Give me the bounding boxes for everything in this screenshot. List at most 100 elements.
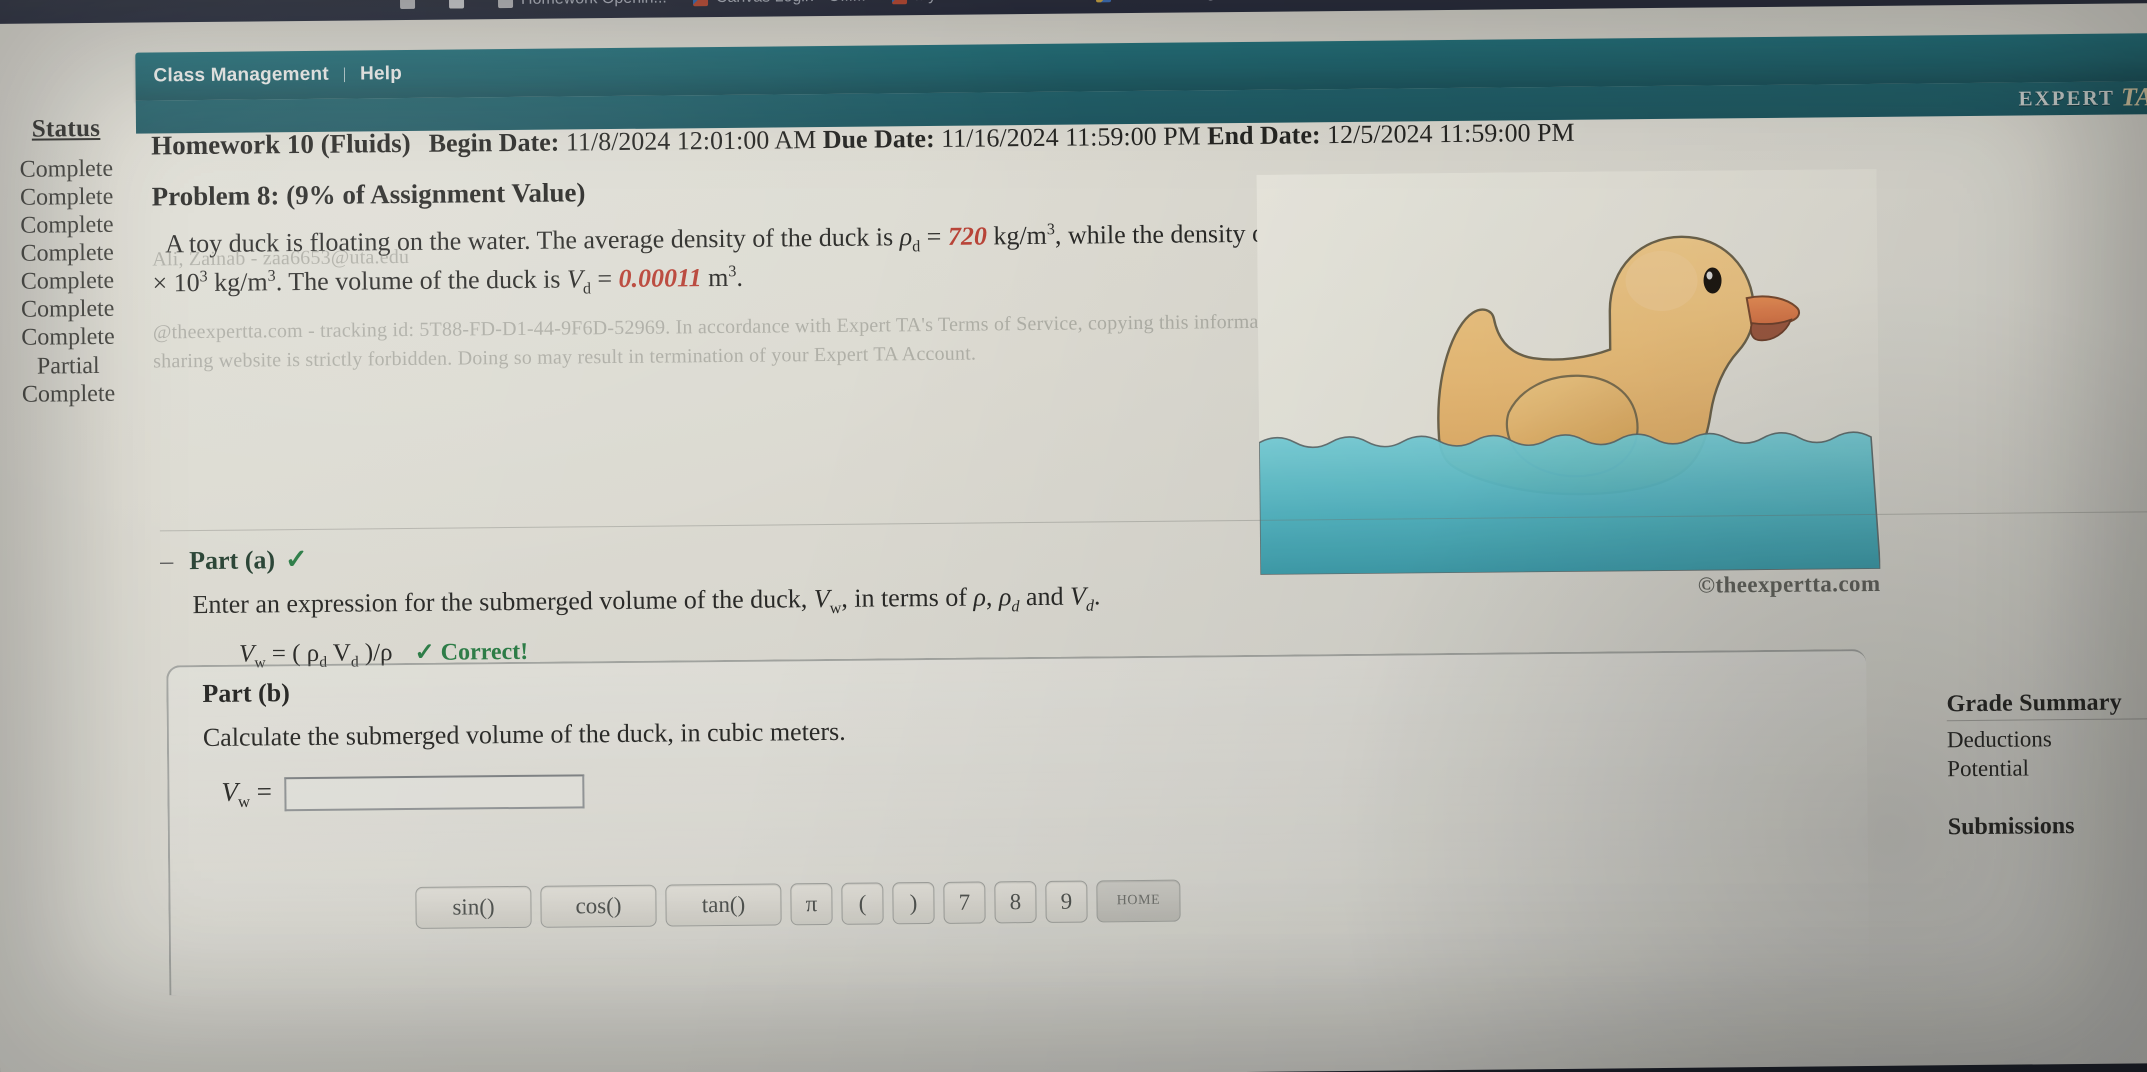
grade-row-potential: Potential 96%: [1947, 752, 2147, 784]
status-item-3[interactable]: Complete: [0, 211, 142, 241]
part-b-answer-equals: =: [256, 776, 273, 807]
part-b-answer-lhs-sub: w: [237, 791, 251, 812]
Vw-subscript-a: w: [829, 600, 842, 618]
due-date-value: 11/16/2024 11:59:00 PM: [941, 121, 1201, 153]
status-item-7[interactable]: Complete: [0, 323, 143, 353]
Vd-value: 0.00011: [618, 263, 702, 294]
photographed-screen: Homework Openin... Canvas Login - Offi..…: [0, 0, 2147, 1072]
key-close-paren[interactable]: ): [892, 881, 935, 925]
logo-ta-text: TA: [2120, 82, 2147, 112]
checkmark-icon: ✓: [284, 543, 308, 575]
due-date-label: Due Date:: [822, 123, 935, 155]
assignment-title: Homework 10 (Fluids): [151, 127, 411, 161]
browser-tab[interactable]: Home - Google D: [1096, 0, 1244, 3]
potential-label: Potential: [1947, 755, 2030, 782]
equals-1: =: [926, 221, 942, 252]
nav-class-management[interactable]: Class Management: [153, 64, 329, 88]
key-cos[interactable]: cos(): [540, 884, 657, 928]
nav-separator: |: [342, 65, 347, 83]
nav-help[interactable]: Help: [360, 63, 402, 85]
part-a-period: .: [1093, 581, 1101, 611]
status-item-1[interactable]: Complete: [0, 155, 142, 185]
units-m3: m: [708, 263, 729, 293]
main-content: Homework 10 (Fluids) Begin Date: 11/8/20…: [151, 111, 2147, 996]
key-7[interactable]: 7: [943, 881, 986, 924]
part-a-label: Part (a): [189, 544, 276, 575]
status-item-4[interactable]: Complete: [0, 239, 142, 269]
part-b-question: Calculate the submerged volume of the du…: [202, 716, 846, 752]
part-b-answer-input[interactable]: [283, 774, 585, 811]
rho-d-subscript: d: [912, 238, 921, 256]
part-a-question-pre: Enter an expression for the submerged vo…: [192, 584, 808, 620]
collapse-toggle-icon[interactable]: –: [160, 546, 173, 576]
part-b-label: Part (b): [202, 678, 290, 708]
rho-d-value: 720: [947, 221, 988, 251]
browser-tab-title: MyMav – The Unive...: [915, 0, 1070, 5]
status-item-9[interactable]: Complete: [0, 379, 144, 409]
browser-tab[interactable]: [399, 0, 423, 9]
document-favicon: [448, 0, 465, 9]
problem-text-1: A toy duck is floating on the water. The…: [164, 222, 894, 259]
submissions-label: Submissions: [1947, 812, 2075, 841]
browser-tab[interactable]: Canvas Login - Offi...: [692, 0, 866, 7]
period-1: .: [736, 263, 744, 293]
problem-statement: A toy duck is floating on the water. The…: [152, 214, 1443, 305]
Vd-subscript: d: [582, 280, 592, 298]
google-drive-favicon: [1096, 0, 1112, 2]
key-open-paren[interactable]: (: [841, 882, 884, 925]
browser-tab[interactable]: MyMav – The Unive...: [891, 0, 1070, 5]
logo-expert-text: EXPERT: [2018, 85, 2116, 111]
begin-date-label: Begin Date:: [428, 127, 560, 158]
part-b-section: Part (b) Calculate the submerged volume …: [166, 649, 1870, 996]
status-item-2[interactable]: Complete: [0, 183, 142, 213]
exponent-3-a: 3: [1046, 221, 1055, 239]
key-tan[interactable]: tan(): [665, 883, 782, 927]
browser-tab-title: Homework Openin...: [521, 0, 667, 9]
mymav-favicon: [891, 0, 907, 4]
end-date-value: 12/5/2024 11:59:00 PM: [1326, 117, 1575, 150]
deductions-label: Deductions: [1946, 726, 2052, 753]
problem-text-3: . The volume of the duck is: [275, 264, 561, 297]
end-date-label: End Date:: [1207, 120, 1321, 151]
part-a-header[interactable]: – Part (a) ✓: [160, 531, 1660, 576]
status-item-8[interactable]: Partial: [0, 351, 143, 381]
key-8[interactable]: 8: [994, 880, 1037, 924]
Vd-symbol-a: V: [1069, 581, 1087, 611]
grade-summary-divider: [1946, 717, 2147, 722]
expert-ta-page: Class Management | Help EXPERT TA ▪ Stat…: [0, 3, 2147, 1072]
part-a-and: and: [1025, 581, 1064, 612]
grade-summary-title: Grade Summary: [1946, 689, 2123, 718]
rho-d-symbol-a: ρ: [998, 582, 1012, 612]
key-9[interactable]: 9: [1045, 880, 1088, 923]
figure-credit-watermark: ©theexpertta.com: [1697, 570, 1881, 598]
blank-favicon: [497, 0, 514, 8]
canvas-favicon: [692, 0, 708, 6]
status-column-header: Status: [31, 114, 101, 143]
calculator-keypad: sin() cos() tan() π ( ) 7 8 9 HOME: [415, 879, 1181, 929]
exponent-3-d: 3: [728, 263, 737, 281]
browser-tab-title: Canvas Login - Offi...: [716, 0, 866, 7]
part-a-question-mid: , in terms of: [841, 582, 968, 613]
status-sidebar: ▪ Status Complete Complete Complete Comp…: [0, 115, 144, 409]
expert-ta-logo: EXPERT TA: [2018, 82, 2147, 113]
part-a-question: Enter an expression for the submerged vo…: [192, 581, 1101, 620]
exponent-3-b: 3: [199, 268, 208, 286]
status-item-6[interactable]: Complete: [0, 295, 143, 325]
begin-date-value: 11/8/2024 12:01:00 AM: [565, 125, 817, 157]
grade-row-deductions: Deductions 4%: [1947, 723, 2147, 755]
rho-d-symbol: ρ: [899, 222, 913, 252]
blank-favicon: [399, 0, 416, 9]
Vw-symbol-a: V: [813, 583, 830, 614]
key-pi[interactable]: π: [790, 882, 833, 926]
browser-tab[interactable]: Homework Openin...: [497, 0, 667, 9]
browser-tab[interactable]: [448, 0, 472, 9]
tracking-watermark: @theexpertta.com - tracking id: 5T88-FD-…: [152, 309, 1426, 373]
status-item-5[interactable]: Complete: [0, 267, 143, 297]
units-kgm3-1: kg/m: [993, 220, 1047, 251]
rho-symbol-a: ρ: [973, 582, 987, 612]
key-home[interactable]: HOME: [1096, 879, 1181, 923]
browser-tab-title: Home - Google D: [1119, 0, 1244, 3]
grade-summary-panel: Grade Summary Deductions 4% Potential 96…: [1946, 688, 2147, 841]
key-sin[interactable]: sin(): [415, 885, 532, 929]
rho-d-subscript-a: d: [1011, 598, 1020, 616]
